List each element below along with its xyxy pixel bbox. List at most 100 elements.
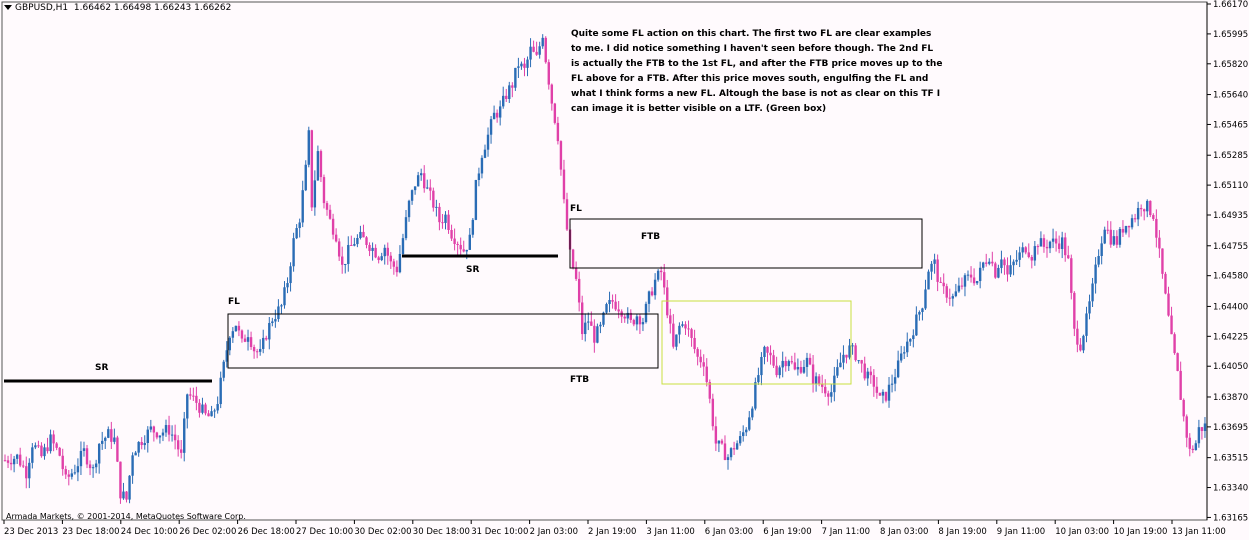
candle-body xyxy=(1164,273,1167,294)
candle-body xyxy=(708,382,711,399)
candle-body xyxy=(201,404,204,413)
candle-body xyxy=(213,410,216,412)
candle-body xyxy=(386,247,389,256)
candle-body xyxy=(824,386,827,394)
candle-body xyxy=(204,404,207,414)
candle-body xyxy=(1100,243,1103,256)
candle-body xyxy=(325,203,329,210)
candle-body xyxy=(316,151,320,181)
x-tick-label: 27 Dec 10:00 xyxy=(296,527,353,537)
candle-body xyxy=(927,271,930,290)
x-tick-label: 10 Jan 19:00 xyxy=(1114,527,1168,537)
candle-body xyxy=(395,266,399,273)
candle-body xyxy=(94,463,98,468)
candle-body xyxy=(401,238,405,254)
candle-body xyxy=(49,434,52,452)
candle-body xyxy=(52,434,55,444)
candle-body xyxy=(732,448,736,450)
candle-body xyxy=(647,291,651,304)
candle-body xyxy=(1106,229,1109,231)
candle-body xyxy=(134,452,137,456)
candle-body xyxy=(231,331,235,338)
x-tick-label: 6 Jan 03:00 xyxy=(705,527,753,537)
candle-body xyxy=(128,475,131,500)
chart-window[interactable]: 1.66170 1.65995 1.65820 1.65640 1.65465 1.652… xyxy=(0,0,1249,540)
menu-triangle-icon[interactable] xyxy=(4,5,12,10)
candle-body xyxy=(1021,247,1024,253)
candle-body xyxy=(410,190,414,201)
candle-body xyxy=(1136,207,1140,220)
candle-body xyxy=(64,469,67,475)
candle-body xyxy=(228,337,232,351)
candle-body xyxy=(1194,443,1198,451)
candle-body xyxy=(70,473,74,477)
candle-body xyxy=(678,325,681,335)
candle-body xyxy=(1091,283,1094,302)
candle-body xyxy=(435,206,438,208)
candle-body xyxy=(857,360,860,362)
y-tick-label: 1.64400 xyxy=(1213,302,1248,312)
candle-body xyxy=(866,371,869,379)
candle-body xyxy=(726,457,730,460)
candle-body xyxy=(514,67,517,88)
candle-body xyxy=(951,296,955,299)
candle-body xyxy=(717,440,721,444)
candle-body xyxy=(517,66,520,68)
x-tick-label: 13 Jan 11:00 xyxy=(1172,527,1226,537)
candle-body xyxy=(830,392,833,397)
candle-body xyxy=(268,323,271,340)
candle-body xyxy=(1197,427,1201,444)
candle-body xyxy=(61,455,64,470)
candle-body xyxy=(502,95,505,107)
candle-body xyxy=(362,231,365,238)
candle-body xyxy=(511,85,514,88)
candle-body xyxy=(836,367,839,376)
candle-body xyxy=(966,274,970,276)
candle-body xyxy=(945,286,948,298)
candle-body xyxy=(398,253,402,273)
candle-body xyxy=(149,426,153,430)
candle-body xyxy=(921,308,924,313)
candle-body xyxy=(878,392,882,396)
candle-body xyxy=(34,445,37,448)
candle-body xyxy=(1082,335,1085,351)
candle-body xyxy=(890,383,894,385)
candle-body xyxy=(1112,236,1116,245)
candle-body xyxy=(429,187,432,191)
candle-body xyxy=(131,455,134,476)
candle-body xyxy=(137,441,140,453)
candle-body xyxy=(505,95,508,99)
candle-body xyxy=(356,238,359,245)
candle-body xyxy=(614,301,617,310)
candle-body xyxy=(848,345,851,358)
candle-body xyxy=(520,63,523,67)
candle-body xyxy=(845,354,848,358)
candle-body xyxy=(43,447,46,457)
candle-body xyxy=(438,206,441,223)
candle-body xyxy=(653,279,657,296)
candle-body xyxy=(875,386,879,393)
candle-body xyxy=(234,325,238,332)
candle-body xyxy=(1097,255,1100,265)
candle-body xyxy=(18,454,22,466)
candle-body xyxy=(684,324,687,329)
candle-body xyxy=(957,285,961,292)
symbol-label: GBPUSD,H1 xyxy=(15,3,69,13)
copyright-text: Armada Markets, © 2001-2014, MetaQuotes … xyxy=(6,512,246,521)
candle-body xyxy=(216,404,219,411)
candle-body xyxy=(1057,243,1061,249)
candle-body xyxy=(1103,229,1106,244)
candle-body xyxy=(535,51,538,55)
candle-body xyxy=(416,175,420,187)
candle-body xyxy=(483,149,487,158)
candle-body xyxy=(456,244,459,246)
candle-body xyxy=(12,458,16,465)
candle-body xyxy=(73,472,77,474)
candle-body xyxy=(1024,247,1027,253)
candle-body xyxy=(760,356,763,376)
candle-body xyxy=(784,360,787,367)
candle-body xyxy=(474,180,478,220)
candle-body xyxy=(498,106,502,118)
candle-body xyxy=(1158,237,1161,249)
candle-body xyxy=(611,299,614,302)
